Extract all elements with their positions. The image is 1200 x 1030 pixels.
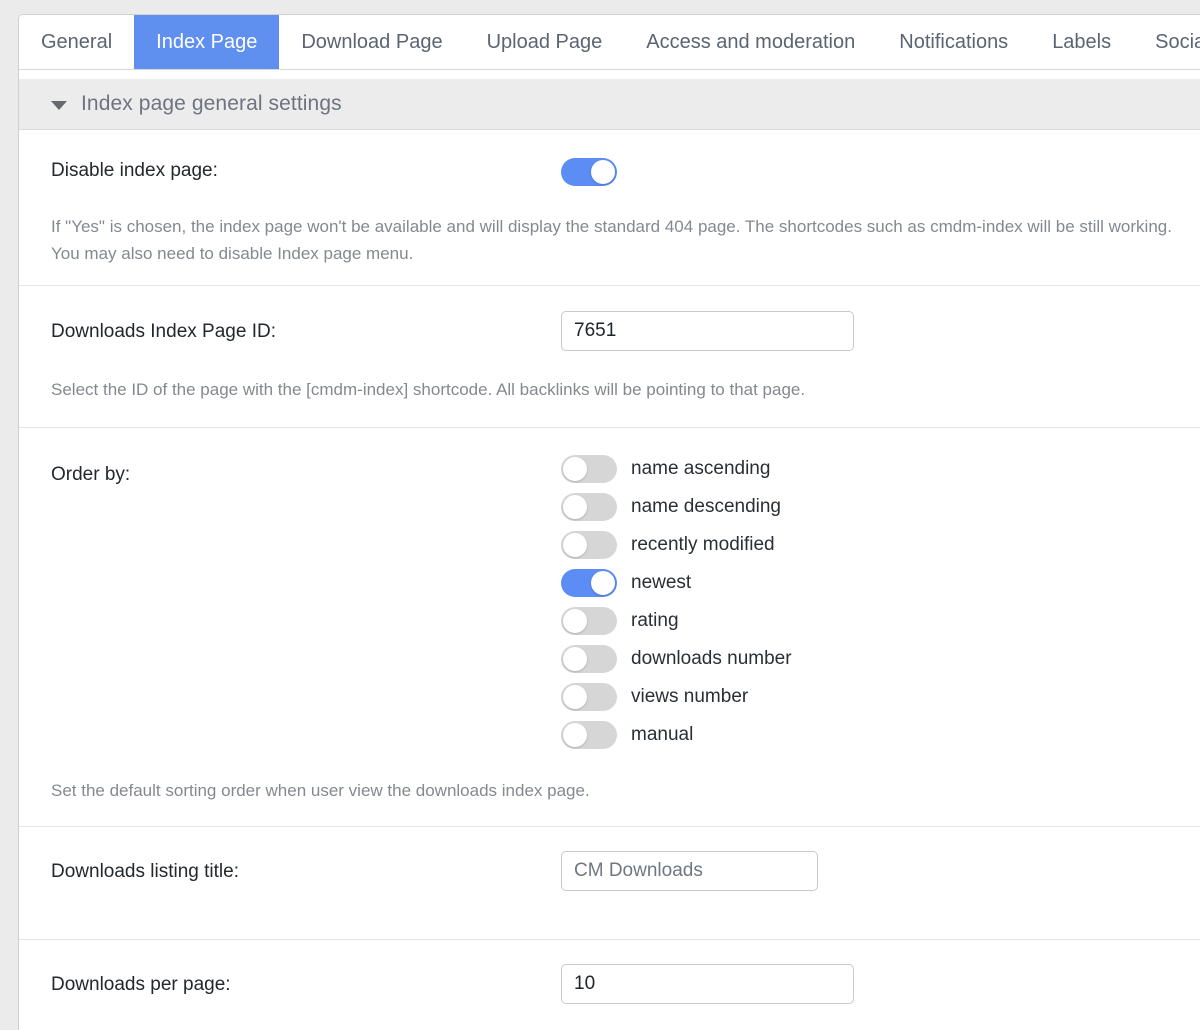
toggle-disable-index-page[interactable] [561,158,617,186]
toggle-knob [591,570,615,595]
option-label: manual [631,724,694,746]
tab-label: Upload Page [486,31,603,53]
tab-label: Access and moderation [646,31,856,53]
tab-notifications[interactable]: Notifications [877,15,1030,69]
index-page-id-input[interactable] [561,311,854,352]
option-label: views number [631,686,749,708]
tab-social-login[interactable]: Social Login [1133,15,1200,69]
settings-panel: General Index Page Download Page Upload … [18,14,1200,1030]
section-header-index-page-general-settings[interactable]: Index page general settings [19,78,1200,130]
order-by-option-downloads-number[interactable]: downloads number [561,640,1200,678]
listing-title-input[interactable] [561,850,818,891]
order-by-option-recently-modified[interactable]: recently modified [561,526,1200,564]
tab-access-and-moderation[interactable]: Access and moderation [624,15,877,69]
field-control-listing-title [561,850,1200,891]
toggle-knob [563,494,587,519]
toggle-manual[interactable] [561,720,617,749]
order-by-option-newest[interactable]: newest [561,564,1200,602]
field-help-disable-index-page: If "Yes" is chosen, the index page won't… [51,217,1172,264]
order-by-option-name-descending[interactable]: name descending [561,488,1200,526]
field-label-disable-index-page: Disable index page: [51,160,218,181]
tab-labels[interactable]: Labels [1030,15,1133,69]
order-by-option-name-ascending[interactable]: name ascending [561,450,1200,488]
option-label: rating [631,610,679,632]
tab-label: Notifications [899,31,1009,53]
field-control-order-by: name ascending name descending recently … [561,450,1200,754]
field-label-index-page-id: Downloads Index Page ID: [51,321,276,343]
toggle-knob [563,684,587,709]
tab-general[interactable]: General [19,15,134,69]
option-label: name descending [631,496,781,518]
field-control-downloads-per-page [561,963,1200,1004]
toggle-knob [563,722,587,747]
field-help-index-page-id: Select the ID of the page with the [cmdm… [51,380,806,400]
toggle-knob [591,160,615,184]
field-row-order-by: Order by: name ascending name descending… [19,428,1200,754]
field-help-order-by: Set the default sorting order when user … [51,780,590,800]
tab-label: General [41,31,113,53]
tab-label: Download Page [301,31,443,53]
order-by-toggle-list: name ascending name descending recently … [561,450,1200,754]
toggle-knob [563,608,587,633]
toggle-name-descending[interactable] [561,492,617,521]
toggle-knob [563,532,587,557]
field-row-index-page-id: Downloads Index Page ID: [19,286,1200,352]
toggle-knob [563,456,587,481]
option-label: newest [631,572,692,594]
downloads-per-page-input[interactable] [561,963,854,1004]
option-label: name ascending [631,458,771,480]
order-by-option-rating[interactable]: rating [561,602,1200,640]
toggle-knob [563,646,587,671]
toggle-newest[interactable] [561,568,617,597]
field-help-downloads-per-page: Number of download items to show per eac… [19,1004,1200,1030]
settings-page: General Index Page Download Page Upload … [0,0,1200,1030]
field-control-index-page-id [561,311,1200,352]
field-label-listing-title: Downloads listing title: [51,860,239,882]
section-title: Index page general settings [81,92,342,115]
tab-upload-page[interactable]: Upload Page [465,15,625,69]
field-control-disable-index-page [561,158,1200,191]
toggle-views-number[interactable] [561,682,617,711]
option-label: downloads number [631,648,792,670]
toggle-recently-modified[interactable] [561,530,617,559]
tab-label: Social Login [1155,31,1200,53]
order-by-option-views-number[interactable]: views number [561,678,1200,716]
settings-tab-bar: General Index Page Download Page Upload … [19,15,1200,70]
toggle-name-ascending[interactable] [561,454,617,483]
caret-down-icon [51,100,67,110]
tab-label: Labels [1052,31,1112,53]
field-row-listing-title: Downloads listing title: [19,827,1200,891]
tab-download-page[interactable]: Download Page [279,15,464,69]
field-label-downloads-per-page: Downloads per page: [51,973,231,995]
field-row-downloads-per-page: Downloads per page: [19,940,1200,1004]
order-by-option-manual[interactable]: manual [561,716,1200,754]
tab-index-page[interactable]: Index Page [134,15,280,69]
toggle-rating[interactable] [561,606,617,635]
field-row-disable-index-page: Disable index page: [19,130,1200,191]
option-label: recently modified [631,534,775,556]
field-label-order-by: Order by: [51,463,131,485]
toggle-downloads-number[interactable] [561,644,617,673]
tab-label: Index Page [156,31,258,53]
